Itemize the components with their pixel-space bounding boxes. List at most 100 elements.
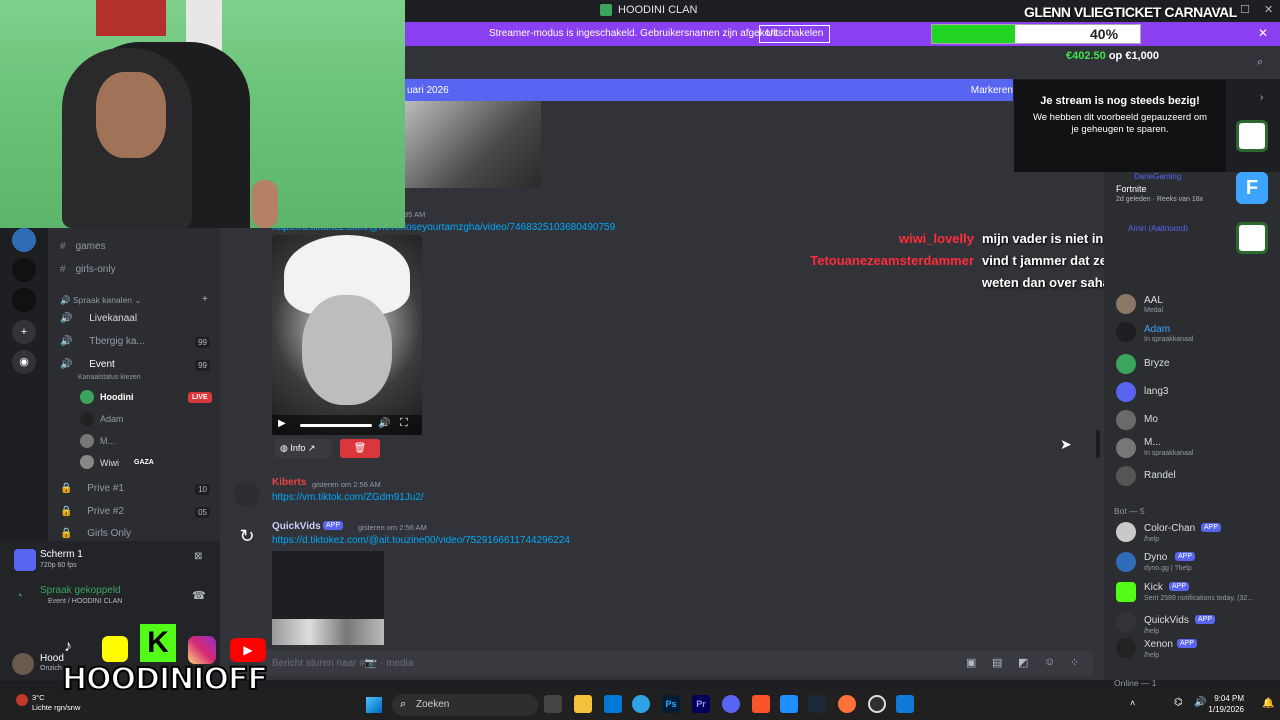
voice-member[interactable]: Hoodini (100, 392, 134, 402)
add-server-icon[interactable]: + (12, 320, 36, 344)
message-author[interactable]: QuickVids (272, 521, 321, 532)
avatar[interactable] (1116, 466, 1136, 486)
voice-member[interactable]: Adam (100, 414, 124, 424)
quickvids-avatar[interactable]: ↻ (234, 523, 260, 549)
play-icon[interactable]: ▶ (278, 418, 286, 429)
avatar[interactable] (80, 434, 94, 448)
voice-channel-event[interactable]: 🔊 Event (60, 359, 115, 370)
server-icon[interactable] (12, 228, 36, 252)
channel-girls-only[interactable]: # girls-only (60, 264, 116, 275)
close-window-button[interactable]: ✕ (1264, 3, 1273, 16)
grid-game-tile[interactable] (1236, 120, 1268, 152)
video-scrubber[interactable] (300, 424, 372, 427)
edge-icon[interactable] (632, 695, 650, 713)
emoji-icon[interactable]: ☺ (1044, 656, 1055, 668)
server-icon[interactable] (12, 288, 36, 312)
notification-icon[interactable]: 🔔 (1262, 698, 1274, 709)
stop-share-icon[interactable]: ⊠ (194, 551, 202, 562)
avatar[interactable] (12, 653, 34, 675)
start-icon[interactable] (366, 697, 382, 713)
video-thumbnail[interactable] (405, 101, 541, 188)
volume-icon[interactable]: 🔊 (378, 418, 390, 429)
avatar[interactable] (1116, 612, 1136, 632)
chevron-right-icon[interactable]: › (1260, 92, 1263, 103)
voice-channel-prive-1[interactable]: 🔒 Prive #1 (60, 483, 124, 494)
tray-arrow-icon[interactable]: ˄ (1130, 698, 1135, 708)
taskbar-clock[interactable]: 9:04 PM 1/19/2026 (1208, 693, 1244, 715)
avatar[interactable] (80, 455, 94, 469)
info-button[interactable]: ◍ Info ↗ (274, 439, 332, 458)
avatar[interactable] (1116, 294, 1136, 314)
avatar[interactable] (1116, 322, 1136, 342)
avatar[interactable] (1116, 582, 1136, 602)
voice-channel-livekanaal[interactable]: 🔊 Livekanaal (60, 313, 137, 324)
avatar[interactable] (234, 481, 260, 507)
close-icon[interactable]: ✕ (1258, 26, 1268, 40)
delete-button[interactable]: 🗑 (340, 439, 380, 458)
tiktok-link[interactable]: https://d.tiktokez.com/@ait.touzine00/vi… (272, 535, 570, 546)
voice-channel-girls-only[interactable]: 🔒 Girls Only (60, 528, 131, 539)
discover-icon[interactable]: ◉ (12, 350, 36, 374)
brave-icon[interactable] (752, 695, 770, 713)
avatar[interactable] (1116, 354, 1136, 374)
message-author[interactable]: Kiberts (272, 477, 306, 488)
add-channel-icon[interactable]: + (202, 294, 208, 305)
avatar[interactable] (1116, 638, 1136, 658)
apps-icon[interactable]: ⁘ (1070, 656, 1079, 669)
photoshop-icon[interactable]: Ps (662, 695, 680, 713)
avatar[interactable] (1116, 438, 1136, 458)
discord-icon[interactable] (722, 695, 740, 713)
avatar[interactable] (80, 412, 94, 426)
video-player[interactable]: ▶ 🔊 ⛶ (272, 235, 422, 435)
member-name[interactable]: Adam (1144, 324, 1170, 335)
volume-icon[interactable]: 🔊 (1194, 697, 1206, 708)
store-icon[interactable] (604, 695, 622, 713)
weather-widget[interactable]: 3°C Lichte rgn/snw (32, 693, 80, 713)
task-view-icon[interactable] (544, 695, 562, 713)
avatar[interactable] (1116, 410, 1136, 430)
member-name[interactable]: Mo (1144, 414, 1158, 425)
voice-category[interactable]: 🔊 Spraak kanalen ⌄ (60, 295, 142, 306)
tiktok-link[interactable]: https://vm.tiktok.com/ZGdm91Ju2/ (272, 492, 424, 503)
member-name[interactable]: M... (1144, 437, 1161, 448)
bot-name[interactable]: Color-Chan (1144, 523, 1195, 534)
message-composer[interactable]: Bericht sturen naar #📷 · media ▣ ▤ ◩ ☺ ⁘ (260, 650, 1094, 676)
member-name[interactable]: Randel (1144, 470, 1176, 481)
avatar[interactable] (80, 390, 94, 404)
mark-button[interactable]: Markeren (971, 85, 1013, 96)
taskbar-search[interactable]: ⌕ Zoeken (392, 694, 538, 716)
member-name[interactable]: AAL (1144, 295, 1163, 306)
firefox-icon[interactable] (838, 695, 856, 713)
app-icon[interactable] (780, 695, 798, 713)
maximize-button[interactable]: ☐ (1240, 3, 1250, 16)
bot-name[interactable]: Dyno (1144, 552, 1167, 563)
bot-name[interactable]: Kick (1144, 582, 1163, 593)
app-icon[interactable] (896, 695, 914, 713)
voice-member[interactable]: Wiwi (100, 458, 119, 468)
voice-channel-prive-2[interactable]: 🔒 Prive #2 (60, 506, 124, 517)
member-name[interactable]: Bryze (1144, 358, 1170, 369)
gif-icon[interactable]: ▤ (992, 656, 1002, 669)
steam-icon[interactable] (808, 695, 826, 713)
video-thumbnail[interactable] (272, 551, 384, 645)
avatar[interactable] (1116, 522, 1136, 542)
voice-member[interactable]: M... (100, 436, 115, 446)
bot-name[interactable]: QuickVids (1144, 615, 1189, 626)
network-icon[interactable]: ⌬ (1174, 697, 1183, 708)
avatar[interactable] (1116, 552, 1136, 572)
disconnect-icon[interactable]: ☎ (192, 589, 206, 602)
member-name[interactable]: lang3 (1144, 386, 1168, 397)
fullscreen-icon[interactable]: ⛶ (400, 417, 408, 430)
server-icon[interactable] (12, 258, 36, 282)
grid-game-tile[interactable] (1236, 222, 1268, 254)
sticker-icon[interactable]: ◩ (1018, 656, 1028, 669)
obs-icon[interactable] (868, 695, 886, 713)
explorer-icon[interactable] (574, 695, 592, 713)
scrollbar[interactable] (1096, 430, 1100, 458)
gift-icon[interactable]: ▣ (966, 656, 976, 669)
channel-games[interactable]: # games (60, 241, 106, 252)
user-name[interactable]: Hood (40, 653, 64, 664)
premiere-icon[interactable]: Pr (692, 695, 710, 713)
voice-channel-tbergig[interactable]: 🔊 Tbergig ka... (60, 336, 145, 347)
fortnite-tile[interactable]: F (1236, 172, 1268, 204)
